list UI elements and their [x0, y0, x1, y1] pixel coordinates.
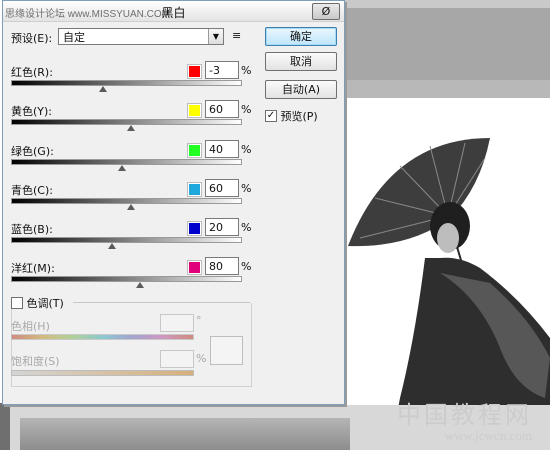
saturation-slider-track[interactable]	[11, 370, 194, 376]
slider-magenta: 洋红(M): 80 %	[11, 257, 252, 298]
slider-blue: 蓝色(B): 20 %	[11, 218, 252, 259]
slider-label: 绿色(G):	[11, 145, 54, 158]
preview-checkbox[interactable]: ✓	[265, 110, 277, 122]
value-input[interactable]: 40	[205, 140, 239, 158]
slider-thumb[interactable]	[108, 243, 116, 249]
degree-label: °	[196, 314, 202, 327]
color-swatch	[187, 221, 202, 236]
watermark-url: www.jcwcn.com	[444, 428, 532, 443]
document-gray-band-2	[345, 80, 550, 98]
saturation-label: 饱和度(S)	[11, 355, 60, 368]
preview-label: 预览(P)	[280, 110, 318, 123]
dialog-titlebar[interactable]: 思缘设计论坛 www.MISSYUAN.COM 黑白 Ø	[3, 1, 344, 22]
percent-label: %	[241, 64, 252, 77]
saturation-input[interactable]	[160, 350, 194, 368]
slider-thumb[interactable]	[99, 86, 107, 92]
ok-button[interactable]: 确定	[265, 27, 337, 46]
slider-yellow: 黄色(Y): 60 %	[11, 100, 252, 141]
tint-checkbox[interactable]	[11, 297, 23, 309]
tint-label: 色调(T)	[26, 297, 64, 310]
color-swatch	[187, 103, 202, 118]
percent-label: %	[241, 221, 252, 234]
slider-label: 黄色(Y):	[11, 105, 53, 118]
value-input[interactable]: 80	[205, 257, 239, 275]
color-swatch	[187, 260, 202, 275]
chevron-down-icon[interactable]: ▼	[208, 29, 223, 44]
tint-checkbox-row[interactable]: 色调(T)	[11, 295, 64, 311]
preset-select[interactable]: 自定 ▼	[58, 28, 224, 45]
document-top-bar	[345, 0, 550, 8]
tint-group: 色调(T) 色相(H) ° 饱和度(S) %	[11, 294, 252, 387]
hue-label: 色相(H)	[11, 320, 50, 333]
value-input[interactable]: 20	[205, 218, 239, 236]
document-left-edge	[0, 403, 10, 450]
value-input[interactable]: 60	[205, 100, 239, 118]
color-swatch	[187, 64, 202, 79]
slider-label: 红色(R):	[11, 66, 53, 79]
percent-label: %	[241, 182, 252, 195]
percent-label: %	[241, 103, 252, 116]
watermark: 中国教程网 www.jcwcn.com	[397, 395, 532, 444]
percent-label: %	[241, 260, 252, 273]
watermark-title: 中国教程网	[397, 403, 532, 429]
slider-track[interactable]	[11, 80, 242, 86]
slider-track[interactable]	[11, 276, 242, 282]
dialog-title: 黑白	[161, 6, 186, 20]
slider-thumb[interactable]	[127, 125, 135, 131]
tint-color-preview[interactable]	[210, 336, 243, 365]
hue-slider-track[interactable]	[11, 334, 194, 340]
slider-track[interactable]	[11, 159, 242, 165]
preset-label: 预设(E):	[11, 32, 53, 45]
value-input[interactable]: 60	[205, 179, 239, 197]
slider-track[interactable]	[11, 237, 242, 243]
black-white-dialog: 思缘设计论坛 www.MISSYUAN.COM 黑白 Ø 预设(E): 自定 ▼…	[2, 0, 345, 405]
slider-thumb[interactable]	[127, 204, 135, 210]
document-bottom-fabric	[20, 418, 350, 450]
slider-label: 蓝色(B):	[11, 223, 53, 236]
slider-red: 红色(R): -3 %	[11, 61, 252, 102]
slider-label: 青色(C):	[11, 184, 53, 197]
slider-cyan: 青色(C): 60 %	[11, 179, 252, 220]
cancel-button[interactable]: 取消	[265, 52, 337, 71]
percent-label: %	[241, 143, 252, 156]
slider-thumb[interactable]	[118, 165, 126, 171]
slider-thumb[interactable]	[136, 282, 144, 288]
preview-checkbox-row[interactable]: ✓ 预览(P)	[265, 108, 318, 124]
preset-options-icon[interactable]: ≡	[232, 29, 246, 43]
preset-value: 自定	[63, 31, 85, 44]
hue-input[interactable]	[160, 314, 194, 332]
document-gray-band	[345, 8, 550, 80]
saturation-percent-label: %	[196, 352, 207, 365]
value-input[interactable]: -3	[205, 61, 239, 79]
preset-row: 预设(E): 自定 ▼ ≡	[11, 28, 246, 48]
close-button[interactable]: Ø	[312, 3, 340, 20]
slider-green: 绿色(G): 40 %	[11, 140, 252, 181]
color-swatch	[187, 182, 202, 197]
slider-label: 洋红(M):	[11, 262, 55, 275]
auto-button[interactable]: 自动(A)	[265, 80, 337, 99]
color-swatch	[187, 143, 202, 158]
